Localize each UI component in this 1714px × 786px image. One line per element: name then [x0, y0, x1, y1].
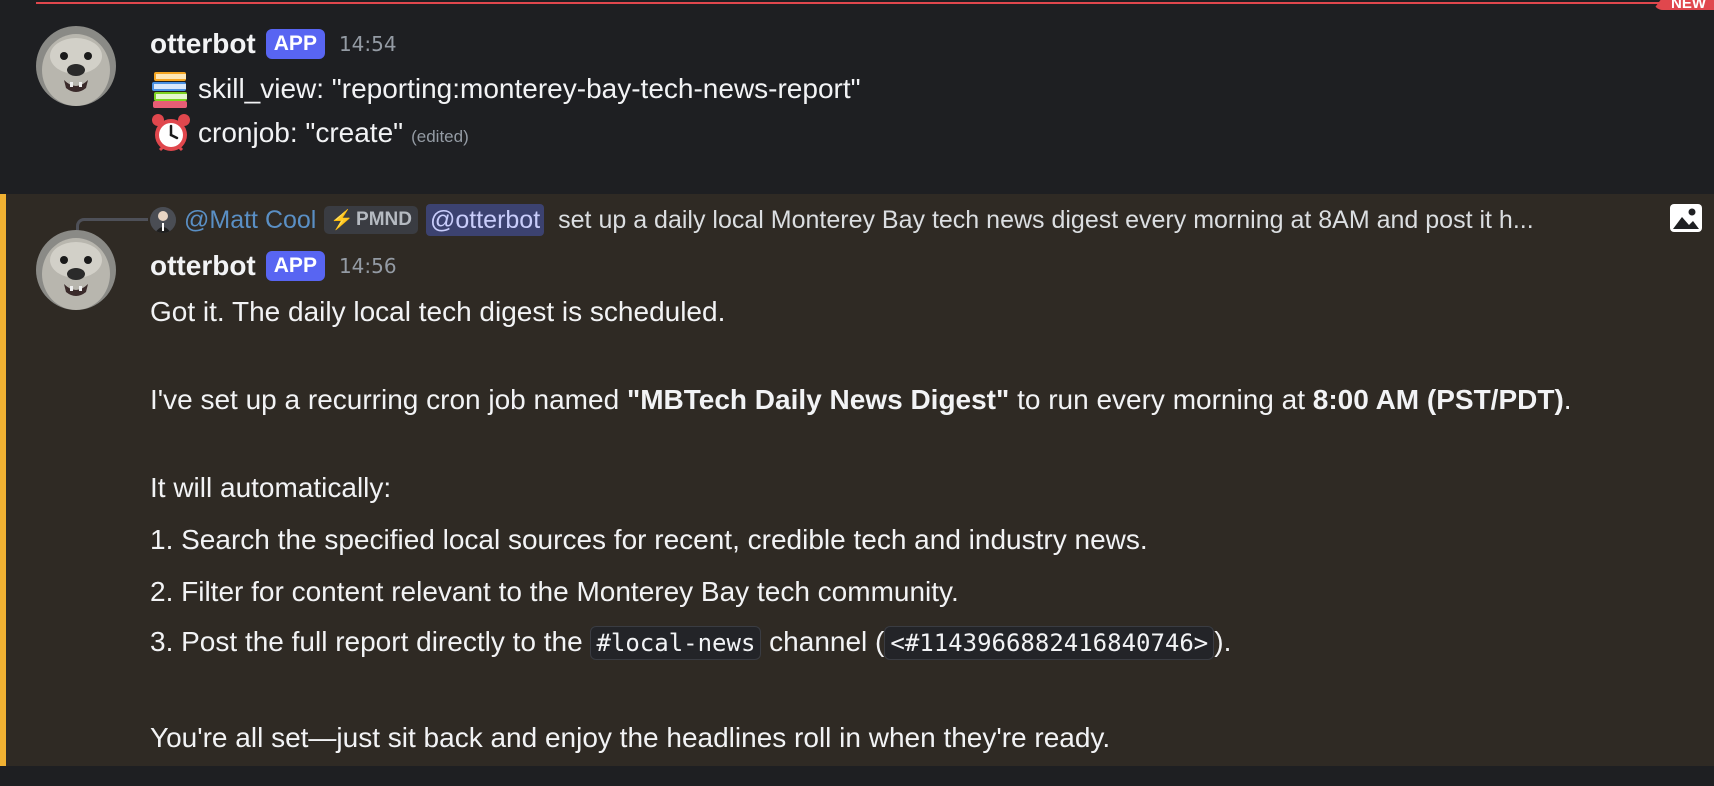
- list-item: 1. Search the specified local sources fo…: [150, 524, 1148, 555]
- timestamp[interactable]: 14:56: [339, 254, 397, 278]
- text-segment: I've set up a recurring cron job named: [150, 384, 627, 415]
- app-badge: APP: [265, 251, 325, 281]
- app-badge: APP: [265, 29, 325, 59]
- inline-code-channel: #local-news: [590, 626, 762, 660]
- list-item: 2. Filter for content relevant to the Mo…: [150, 576, 959, 607]
- message-line: I've set up a recurring cron job named "…: [150, 384, 1572, 416]
- message-header: otterbot APP 14:56: [150, 250, 397, 282]
- tool-line: skill_view: "reporting:monterey-bay-tech…: [150, 68, 861, 110]
- new-messages-divider: NEW: [36, 0, 1714, 10]
- chat-view: NEW otterbot APP 14:54 skill_view: "repo…: [0, 0, 1714, 786]
- text-segment: 3. Post the full report directly to the: [150, 626, 591, 657]
- message-text: cronjob: "create": [198, 117, 404, 148]
- username[interactable]: otterbot: [150, 250, 256, 282]
- edited-label: (edited): [411, 127, 469, 146]
- schedule-time: 8:00 AM (PST/PDT): [1312, 384, 1564, 415]
- message-header: otterbot APP 14:54: [150, 28, 397, 60]
- message-text: skill_view: "reporting:monterey-bay-tech…: [198, 73, 861, 104]
- new-badge: NEW: [1653, 0, 1714, 10]
- text-segment: ).: [1214, 626, 1232, 657]
- books-icon: [150, 68, 192, 110]
- message-line: You're all set—just sit back and enjoy t…: [150, 722, 1111, 753]
- reply-avatar[interactable]: [150, 207, 176, 233]
- message-line: Got it. The daily local tech digest is s…: [150, 296, 726, 327]
- bottom-strip: [0, 766, 1714, 786]
- alarm-clock-icon: [150, 112, 192, 154]
- image-icon[interactable]: [1668, 200, 1704, 236]
- timestamp[interactable]: 14:54: [339, 32, 397, 56]
- username[interactable]: otterbot: [150, 28, 256, 60]
- list-item: 3. Post the full report directly to the …: [150, 626, 1232, 660]
- job-name: "MBTech Daily News Digest": [626, 384, 1010, 415]
- avatar[interactable]: [36, 230, 116, 310]
- lightning-icon: ⚡: [330, 210, 355, 231]
- text-segment: to run every morning at: [1009, 384, 1313, 415]
- tool-line: cronjob: "create" (edited): [150, 112, 469, 154]
- role-tag-label: PMND: [356, 209, 412, 230]
- text-segment: .: [1563, 384, 1572, 415]
- inline-code-channel-id: <#1143966882416840746>: [884, 626, 1215, 660]
- reply-text[interactable]: set up a daily local Monterey Bay tech n…: [558, 206, 1598, 235]
- avatar[interactable]: [36, 26, 116, 106]
- role-tag: ⚡ PMND: [324, 206, 418, 234]
- reply-username[interactable]: @Matt Cool: [184, 206, 316, 235]
- mention-highlight-bar: [0, 194, 6, 766]
- text-segment: channel (: [761, 626, 885, 657]
- reply-mention[interactable]: @otterbot: [426, 204, 545, 236]
- message-line: It will automatically:: [150, 472, 392, 503]
- reply-preview[interactable]: @Matt Cool ⚡ PMND @otterbot set up a dai…: [150, 204, 1598, 236]
